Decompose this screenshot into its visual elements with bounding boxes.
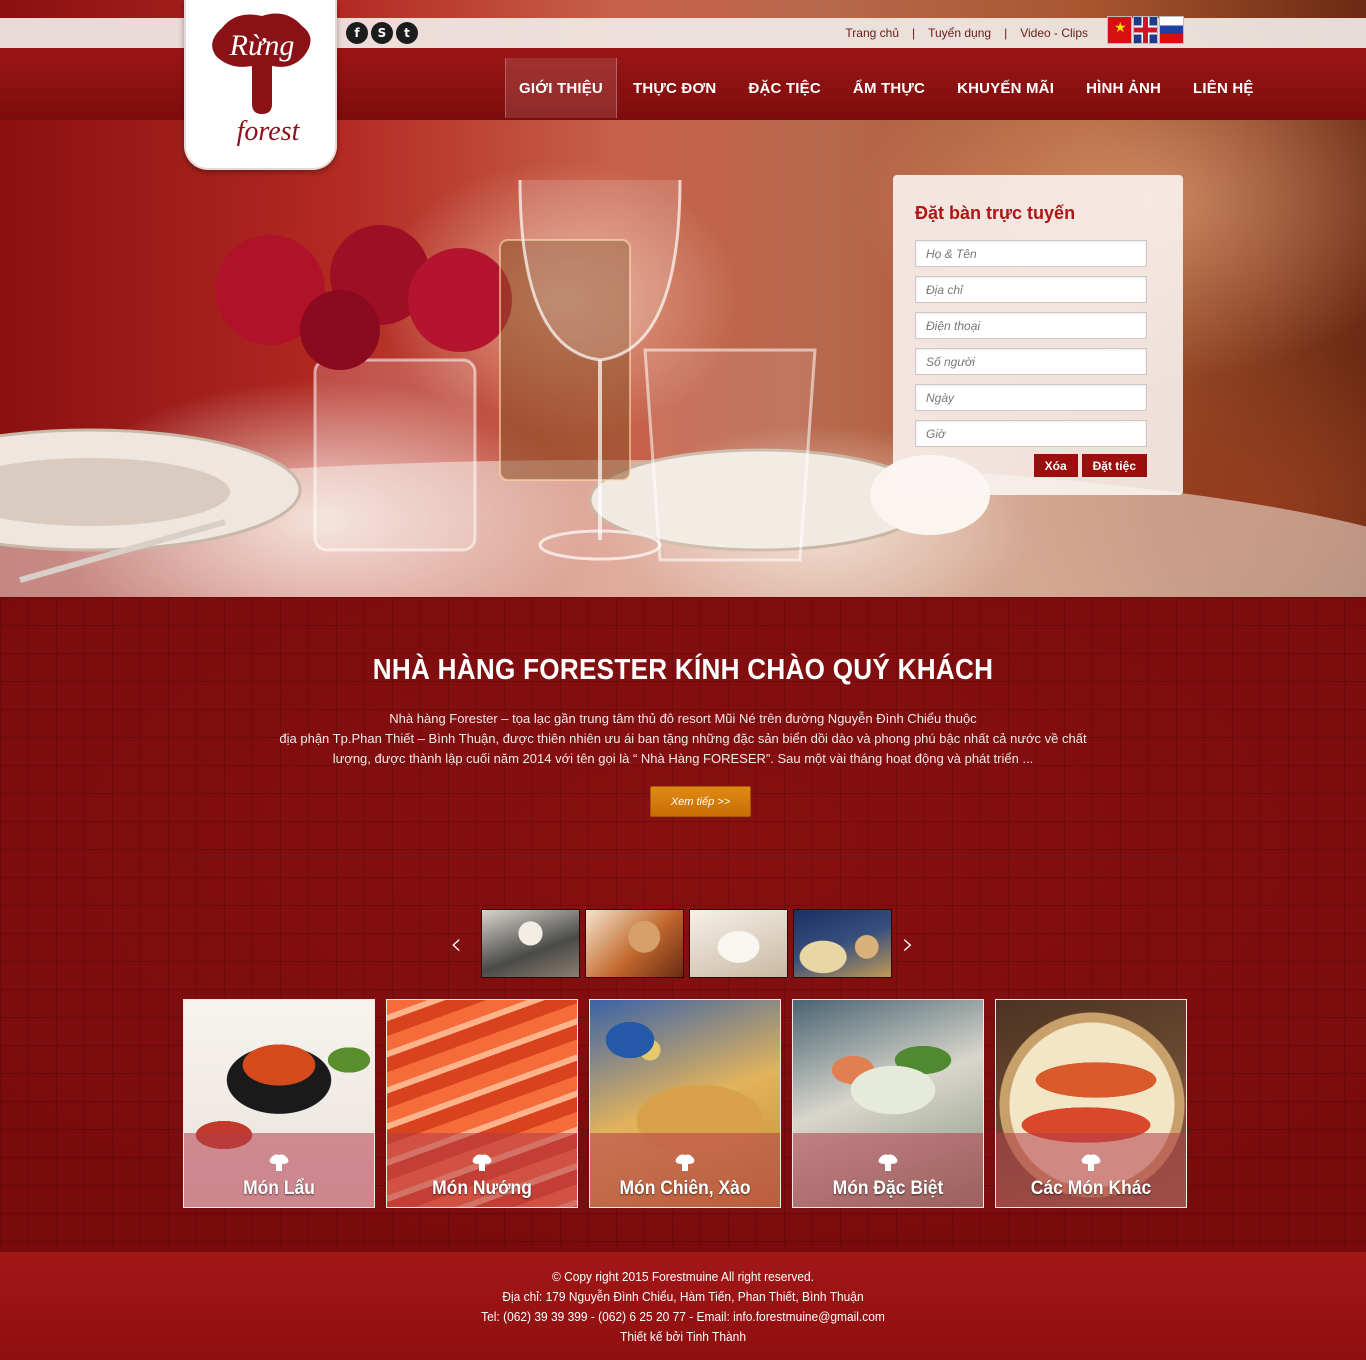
mini-logo-icon [1081,1154,1101,1171]
category-label: Món Nướng [432,1178,532,1199]
footer-contact: Tel: (062) 39 39 399 - (062) 6 25 20 77 … [481,1309,885,1324]
time-field[interactable] [915,420,1147,447]
social-links: f S t [346,22,418,44]
footer-designer: Thiết kế bởi Tinh Thành [620,1329,746,1344]
category-card-mon-nuong[interactable]: Món Nướng [386,999,578,1208]
logo-icon: Rừng forest [212,13,311,147]
site-logo[interactable]: Rừng forest [184,0,337,170]
name-field[interactable] [915,240,1147,267]
top-link-video[interactable]: Video - Clips [1020,26,1088,40]
nav-item-am-thuc[interactable]: ẨM THỰC [837,58,941,118]
top-links: Trang chủ | Tuyển dụng | Video - Clips [845,26,1088,40]
date-field[interactable] [915,384,1147,411]
category-label: Các Món Khác [1030,1178,1152,1199]
slider-thumbnail[interactable] [585,909,684,978]
nav-item-hinh-anh[interactable]: HÌNH ẢNH [1070,58,1177,118]
slider-thumbnail[interactable] [689,909,788,978]
welcome-line: địa phận Tp.Phan Thiết – Bình Thuận, đượ… [279,731,1087,746]
category-grid: Món Lẩu Món Nướng Món Chiên, Xào Món Đặc… [183,999,1187,1208]
read-more-button[interactable]: Xem tiếp >> [650,786,751,817]
welcome-title: NHÀ HÀNG FORESTER KÍNH CHÀO QUÝ KHÁCH [372,654,994,686]
separator: | [1004,26,1008,40]
vietnamese-flag-icon[interactable] [1107,16,1132,44]
main-content: NHÀ HÀNG FORESTER KÍNH CHÀO QUÝ KHÁCH Nh… [0,597,1366,1252]
slider-thumbnail[interactable] [481,909,580,978]
russian-flag-icon[interactable] [1159,16,1184,44]
welcome-line: lượng, được thành lập cuối năm 2014 với … [332,751,1034,766]
category-label: Món Đặc Biệt [832,1178,944,1199]
people-field[interactable] [915,348,1147,375]
category-card-mon-chien-xao[interactable]: Món Chiên, Xào [589,999,781,1208]
welcome-text: Nhà hàng Forester – tọa lạc gần trung tâ… [240,709,1126,769]
facebook-icon[interactable]: f [346,22,368,44]
category-label: Món Lẩu [243,1178,315,1199]
photo-slider: ‹ › [450,909,920,979]
category-card-mon-dac-biet[interactable]: Món Đặc Biệt [792,999,984,1208]
nav-item-thuc-don[interactable]: THỰC ĐƠN [617,58,733,118]
clear-button[interactable]: Xóa [1033,454,1078,477]
english-flag-icon[interactable] [1133,16,1158,44]
footer-copyright: © Copy right 2015 Forestmuine All right … [551,1269,815,1284]
address-field[interactable] [915,276,1147,303]
phone-field[interactable] [915,312,1147,339]
nav-item-lien-he[interactable]: LIÊN HỆ [1177,58,1270,118]
skype-icon[interactable]: S [371,22,393,44]
top-link-jobs[interactable]: Tuyển dụng [928,26,991,40]
prev-arrow-icon[interactable]: ‹ [450,927,462,962]
welcome-line: Nhà hàng Forester – tọa lạc gần trung tâ… [389,711,977,726]
logo-text-bottom: forest [237,116,301,147]
mini-logo-icon [472,1154,492,1171]
nav-item-gioi-thieu[interactable]: GIỚI THIỆU [505,58,617,118]
twitter-icon[interactable]: t [396,22,418,44]
next-arrow-icon[interactable]: › [902,927,914,962]
mini-logo-icon [675,1154,695,1171]
language-switcher [1107,16,1184,44]
mini-logo-icon [269,1154,289,1171]
top-link-home[interactable]: Trang chủ [845,26,899,40]
book-button[interactable]: Đặt tiệc [1081,454,1147,477]
separator: | [912,26,916,40]
booking-title: Đặt bàn trực tuyến [915,203,1076,223]
category-label: Món Chiên, Xào [619,1178,751,1199]
logo-text-top: Rừng [229,29,295,62]
nav-item-khuyen-mai[interactable]: KHUYẾN MÃI [941,58,1070,118]
site-footer: © Copy right 2015 Forestmuine All right … [0,1252,1366,1360]
booking-buttons: Xóa Đặt tiệc [915,454,1147,477]
category-card-cac-mon-khac[interactable]: Các Món Khác [995,999,1187,1208]
nav-item-dac-tiec[interactable]: ĐẶC TIỆC [732,58,836,118]
main-nav: GIỚI THIỆU THỰC ĐƠN ĐẶC TIỆC ẨM THỰC KHU… [505,58,1270,118]
mini-logo-icon [878,1154,898,1171]
slider-thumbnail[interactable] [793,909,892,978]
footer-address: Địa chỉ: 179 Nguyễn Đình Chiểu, Hàm Tiến… [502,1289,864,1304]
section-divider [184,857,1183,858]
booking-form: Đặt bàn trực tuyến Xóa Đặt tiệc [893,175,1183,495]
category-card-mon-lau[interactable]: Món Lẩu [183,999,375,1208]
